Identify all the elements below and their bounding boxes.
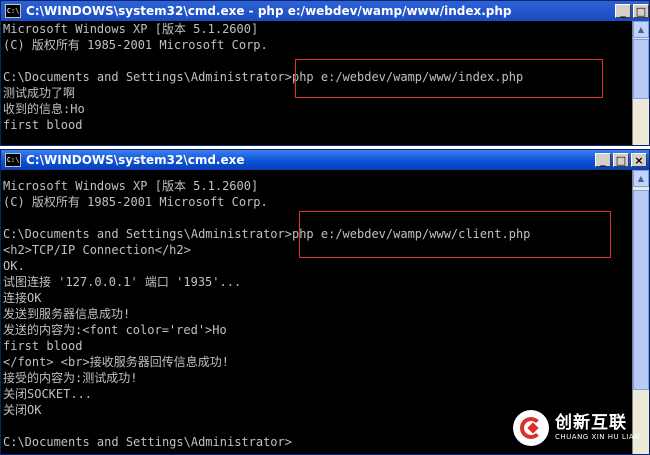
scroll-thumb[interactable] — [633, 39, 649, 99]
vertical-scrollbar[interactable]: ▲ — [632, 21, 649, 145]
brand-logo-icon — [513, 410, 549, 446]
console-line: 关闭SOCKET... — [3, 387, 93, 401]
console-line: 试图连接 '127.0.0.1' 端口 '1935'... — [3, 275, 242, 289]
minimize-button[interactable]: _ — [595, 153, 611, 167]
brand-subtitle: CHUANG XIN HU LIAN — [555, 433, 640, 441]
console-line: (C) 版权所有 1985-2001 Microsoft Corp. — [3, 38, 268, 52]
console-line: 接受的内容为:测试成功! — [3, 371, 138, 385]
console-line: OK. — [3, 259, 25, 273]
cmd-app-icon: C:\ — [5, 4, 21, 18]
brand-watermark: 创新互联 CHUANG XIN HU LIAN — [513, 405, 650, 451]
window-title: C:\WINDOWS\system32\cmd.exe - php e:/web… — [26, 4, 512, 18]
minimize-button[interactable]: _ — [615, 4, 631, 18]
console-line: 连接OK — [3, 291, 42, 305]
console-line: Microsoft Windows XP [版本 5.1.2600] — [3, 179, 259, 193]
console-line: first blood — [3, 339, 83, 353]
console-line: first blood — [3, 118, 83, 132]
title-bar[interactable]: C:\ C:\WINDOWS\system32\cmd.exe - php e:… — [1, 1, 649, 21]
scroll-up-button[interactable]: ▲ — [633, 170, 649, 187]
maximize-button[interactable]: □ — [613, 153, 629, 167]
cmd-window-index: C:\ C:\WINDOWS\system32\cmd.exe - php e:… — [0, 0, 650, 146]
cmd-app-icon: C:\ — [5, 153, 21, 167]
command-highlight-box — [295, 59, 603, 98]
maximize-button[interactable]: □ — [633, 4, 649, 18]
console-line: 发送到服务器信息成功! — [3, 307, 131, 321]
title-bar[interactable]: C:\ C:\WINDOWS\system32\cmd.exe _ □ × — [1, 150, 649, 170]
console-line: (C) 版权所有 1985-2001 Microsoft Corp. — [3, 195, 268, 209]
scroll-thumb[interactable] — [633, 190, 649, 390]
command-highlight-box — [299, 211, 611, 258]
scroll-up-button[interactable]: ▲ — [633, 21, 649, 38]
console-line: </font> <br>接收服务器回传信息成功! — [3, 355, 229, 369]
console-line: 收到的信息:Ho — [3, 102, 85, 116]
close-button[interactable]: × — [631, 153, 647, 167]
window-title: C:\WINDOWS\system32\cmd.exe — [26, 153, 245, 167]
brand-name: 创新互联 — [555, 413, 627, 433]
console-line: 发送的内容为:<font color='red'>Ho — [3, 323, 227, 337]
console-line: Microsoft Windows XP [版本 5.1.2600] — [3, 22, 259, 36]
